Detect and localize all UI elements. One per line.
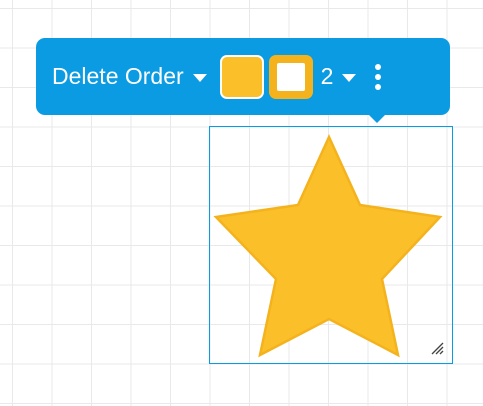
more-options-button[interactable] <box>368 57 388 97</box>
stroke-color-swatch[interactable] <box>268 54 313 99</box>
shape-toolbar: Delete Order 2 <box>36 38 450 123</box>
action-label: Delete Order <box>52 63 184 89</box>
more-vertical-icon <box>375 73 382 80</box>
stroke-swatch-inner <box>276 62 305 91</box>
line-width-value: 2 <box>320 63 334 89</box>
chevron-down-icon <box>342 73 357 82</box>
action-dropdown[interactable]: Delete Order <box>52 57 207 97</box>
resize-handle-icon[interactable] <box>430 341 444 355</box>
star-polygon[interactable] <box>213 133 443 358</box>
line-width-dropdown[interactable]: 2 <box>321 63 357 90</box>
more-vertical-icon <box>375 83 382 90</box>
selected-shape-frame[interactable] <box>209 126 453 364</box>
star-shape[interactable] <box>210 127 451 362</box>
chevron-down-icon <box>192 73 207 82</box>
more-vertical-icon <box>375 63 382 70</box>
fill-color-swatch[interactable] <box>219 54 264 99</box>
